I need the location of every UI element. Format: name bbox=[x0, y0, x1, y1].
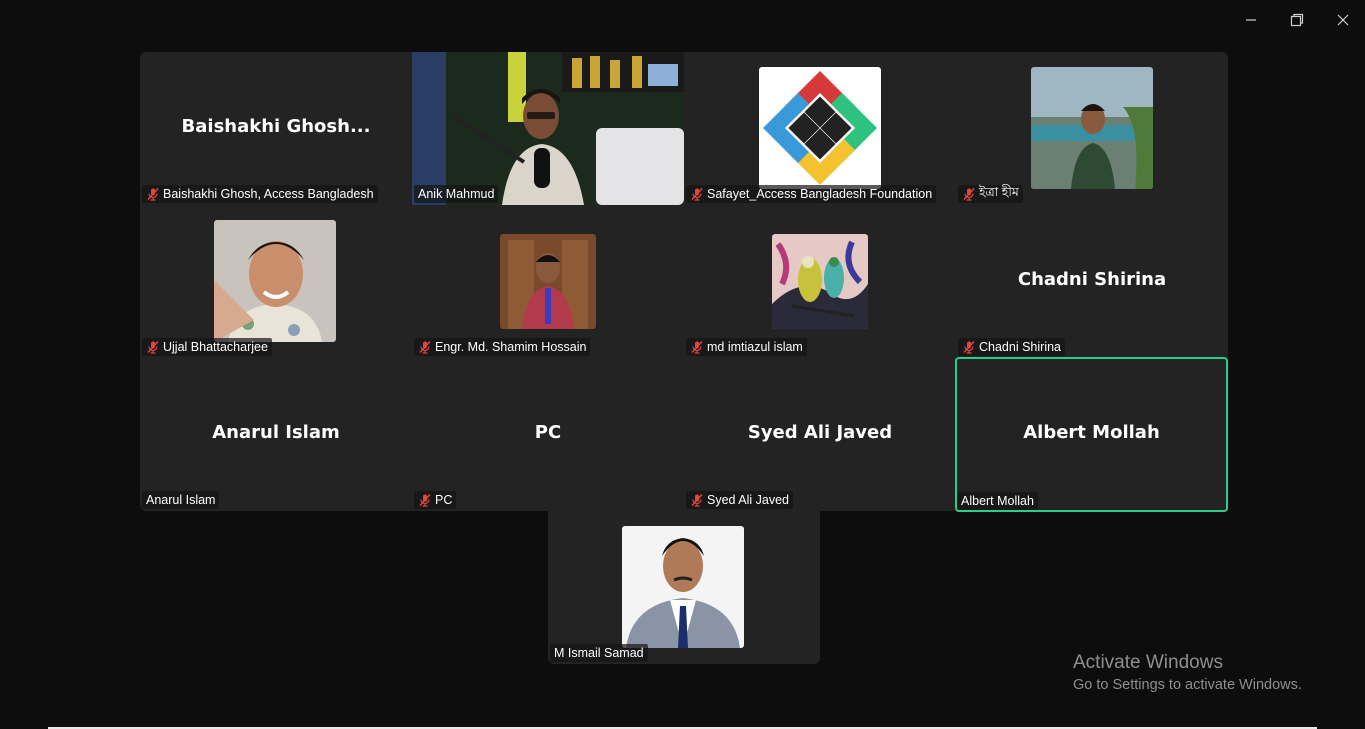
participant-tile[interactable]: md imtiazul islam bbox=[684, 205, 956, 358]
minimize-icon bbox=[1246, 19, 1256, 21]
mic-muted-icon bbox=[962, 187, 976, 201]
participant-display-name: PC bbox=[534, 421, 562, 443]
participant-nametag: Anik Mahmud bbox=[414, 185, 499, 203]
participant-avatar bbox=[1031, 67, 1153, 189]
participant-nametag: Ujjal Bhattacharjee bbox=[142, 338, 272, 356]
participant-nametag: Safayet_Access Bangladesh Foundation bbox=[686, 185, 937, 203]
mic-muted-icon bbox=[418, 493, 432, 507]
participant-tile[interactable]: Syed Ali Javed Syed Ali Javed bbox=[684, 358, 956, 511]
mic-muted-icon bbox=[146, 187, 160, 201]
participant-nametag: Baishakhi Ghosh, Access Bangladesh bbox=[142, 185, 378, 203]
participant-avatar bbox=[214, 220, 336, 342]
close-icon bbox=[1337, 14, 1349, 26]
participant-nametag: Engr. Md. Shamim Hossain bbox=[414, 338, 591, 356]
participant-tile[interactable]: Chadni Shirina Chadni Shirina bbox=[956, 205, 1228, 358]
participant-tile[interactable]: M Ismail Samad bbox=[548, 511, 820, 664]
participant-nametag: Syed Ali Javed bbox=[686, 491, 793, 509]
participant-name: Anarul Islam bbox=[146, 493, 216, 507]
participant-tile[interactable]: Anik Mahmud bbox=[412, 52, 684, 205]
participant-tile[interactable]: Ujjal Bhattacharjee bbox=[140, 205, 412, 358]
participant-name: Albert Mollah bbox=[961, 494, 1034, 508]
participant-nametag: Chadni Shirina bbox=[958, 338, 1065, 356]
participant-avatar bbox=[772, 234, 868, 329]
organization-logo bbox=[763, 71, 877, 185]
participant-nametag: Albert Mollah bbox=[957, 492, 1038, 510]
participant-tile[interactable]: Engr. Md. Shamim Hossain bbox=[412, 205, 684, 358]
participant-avatar bbox=[500, 234, 596, 329]
participant-tile[interactable]: Baishakhi Ghosh... Baishakhi Ghosh, Acce… bbox=[140, 52, 412, 205]
participant-name: Chadni Shirina bbox=[979, 340, 1061, 354]
participant-tile[interactable]: ইত্রা হীম bbox=[956, 52, 1228, 205]
participant-name: Baishakhi Ghosh, Access Bangladesh bbox=[163, 187, 374, 201]
watermark-subtitle: Go to Settings to activate Windows. bbox=[1073, 677, 1302, 693]
mic-muted-icon bbox=[690, 340, 704, 354]
minimize-button[interactable] bbox=[1236, 6, 1266, 34]
participant-video bbox=[412, 52, 684, 205]
participant-name: Safayet_Access Bangladesh Foundation bbox=[707, 187, 933, 201]
close-button[interactable] bbox=[1328, 6, 1358, 34]
participant-nametag: ইত্রা হীম bbox=[958, 185, 1023, 203]
participant-name: ইত্রা হীম bbox=[979, 185, 1019, 199]
participant-name: Syed Ali Javed bbox=[707, 493, 789, 507]
participant-name: Ujjal Bhattacharjee bbox=[163, 340, 268, 354]
participant-nametag: Anarul Islam bbox=[142, 491, 220, 509]
active-speaker-tile[interactable]: Albert Mollah Albert Mollah bbox=[955, 357, 1228, 512]
participant-display-name: Chadni Shirina bbox=[1017, 268, 1167, 290]
participant-tile[interactable]: Safayet_Access Bangladesh Foundation bbox=[684, 52, 956, 205]
participant-display-name: Baishakhi Ghosh... bbox=[181, 115, 371, 137]
participant-name: M Ismail Samad bbox=[554, 646, 644, 660]
mic-muted-icon bbox=[418, 340, 432, 354]
activate-windows-watermark: Activate Windows Go to Settings to activ… bbox=[1073, 652, 1302, 693]
mic-muted-icon bbox=[690, 187, 704, 201]
participant-name: md imtiazul islam bbox=[707, 340, 803, 354]
participant-name: PC bbox=[435, 493, 453, 507]
mic-muted-icon bbox=[962, 340, 976, 354]
participant-nametag: M Ismail Samad bbox=[550, 644, 648, 662]
participant-display-name: Anarul Islam bbox=[212, 421, 340, 443]
watermark-title: Activate Windows bbox=[1073, 652, 1223, 673]
participant-display-name: Syed Ali Javed bbox=[747, 421, 893, 443]
participant-tile[interactable]: PC PC bbox=[412, 358, 684, 511]
restore-icon bbox=[1290, 13, 1304, 27]
mic-muted-icon bbox=[146, 340, 160, 354]
restore-button[interactable] bbox=[1282, 6, 1312, 34]
participant-tile[interactable]: Anarul Islam Anarul Islam bbox=[140, 358, 412, 511]
participant-avatar bbox=[759, 67, 881, 189]
participant-nametag: PC bbox=[414, 491, 457, 509]
participant-name: Anik Mahmud bbox=[418, 187, 495, 201]
participant-name: Engr. Md. Shamim Hossain bbox=[435, 340, 587, 354]
mic-muted-icon bbox=[690, 493, 704, 507]
participant-display-name: Albert Mollah bbox=[1023, 421, 1160, 443]
participant-avatar bbox=[622, 526, 744, 648]
participant-nametag: md imtiazul islam bbox=[686, 338, 807, 356]
